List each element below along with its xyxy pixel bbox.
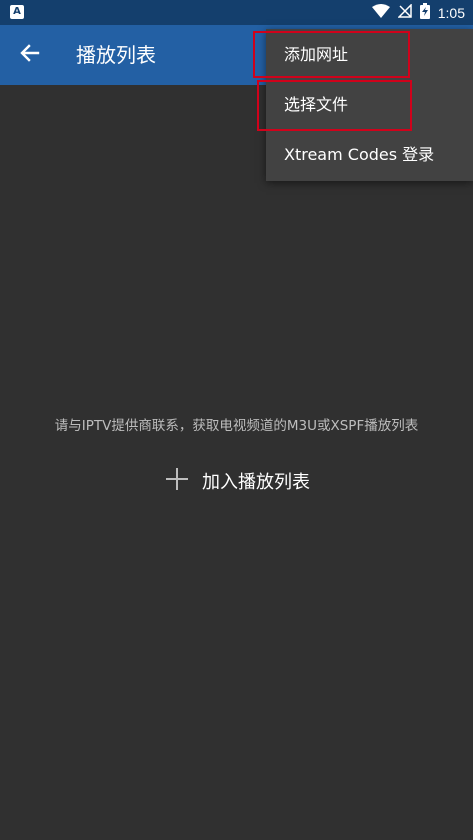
page-title: 播放列表: [76, 43, 156, 67]
app-notification-icon: A: [10, 5, 24, 19]
menu-item-add-url[interactable]: 添加网址: [266, 30, 473, 80]
battery-charging-icon: [419, 2, 430, 23]
menu-item-xtream-login[interactable]: Xtream Codes 登录: [266, 130, 473, 180]
screen: A 1:05 播放列表 请与IPTV提供商联系，获取电视频道的M3U或XSPF播…: [0, 0, 473, 840]
plus-icon: [160, 462, 194, 500]
arrow-left-icon: [20, 43, 40, 67]
overflow-menu: 添加网址 选择文件 Xtream Codes 登录: [266, 29, 473, 181]
empty-state-message: 请与IPTV提供商联系，获取电视频道的M3U或XSPF播放列表: [54, 418, 419, 434]
no-signal-icon: [396, 3, 412, 22]
back-button[interactable]: [14, 39, 46, 71]
wifi-icon: [371, 3, 390, 22]
add-playlist-label: 加入播放列表: [202, 472, 310, 493]
status-icons: 1:05: [371, 0, 465, 25]
menu-item-select-file[interactable]: 选择文件: [266, 80, 473, 130]
add-playlist-button[interactable]: 加入播放列表: [160, 463, 310, 499]
status-bar: A 1:05: [0, 0, 473, 25]
status-time: 1:05: [437, 4, 465, 21]
